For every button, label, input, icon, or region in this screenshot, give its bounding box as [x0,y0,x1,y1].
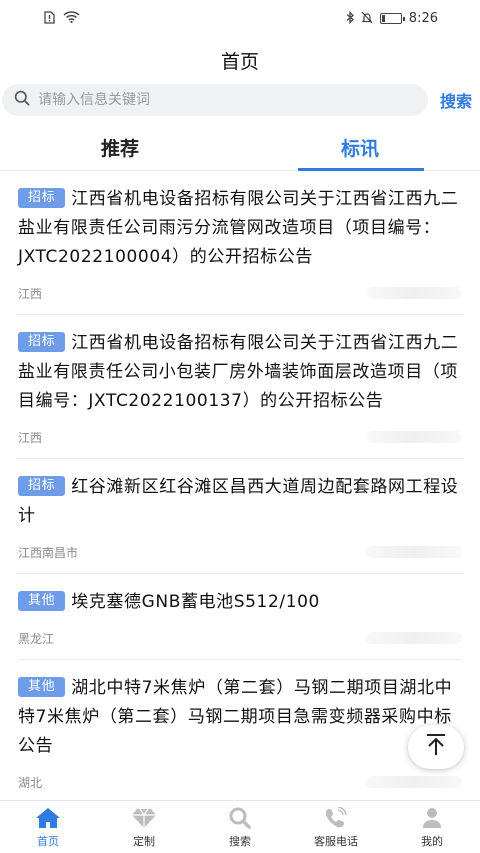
status-time: 8:26 [408,10,438,26]
scroll-to-top-button[interactable] [408,725,464,769]
tab-bidding[interactable]: 标讯 [240,125,480,171]
home-icon [35,806,61,830]
nav-custom[interactable]: 定制 [96,801,192,853]
search-icon [14,90,30,110]
item-title: 湖北中特7米焦炉（第二套）马钢二期项目湖北中特7米焦炉（第二套）马钢二期项目急需… [18,678,453,756]
item-title: 埃克塞德GNB蓄电池S512/100 [71,592,320,612]
sim-icon [44,10,55,26]
bluetooth-icon [346,10,354,26]
nav-mine[interactable]: 我的 [384,801,480,853]
item-title: 红谷滩新区红谷滩区昌西大道周边配套路网工程设计 [18,477,459,526]
nav-phone[interactable]: 客服电话 [288,801,384,853]
item-region: 江西南昌市 [18,545,79,560]
nav-search-label: 搜索 [229,834,251,848]
status-bar: 8:26 [0,0,480,36]
item-date-placeholder [366,776,462,788]
diamond-icon [131,806,157,830]
category-tag: 招标 [18,476,66,496]
list-item[interactable]: 招标 红谷滩新区红谷滩区昌西大道周边配套路网工程设计 江西南昌市 [18,459,462,574]
battery-icon [379,12,405,24]
list-item[interactable]: 其他 湖北中特7米焦炉（第二套）马钢二期项目湖北中特7米焦炉（第二套）马钢二期项目… [18,660,462,804]
nav-home[interactable]: 首页 [0,801,96,853]
list-item[interactable]: 其他 埃克塞德GNB蓄电池S512/100 黑龙江 [18,574,462,660]
nav-mine-label: 我的 [421,834,443,848]
phone-icon [323,806,349,830]
category-tag: 招标 [18,332,66,352]
nav-home-label: 首页 [37,834,59,848]
item-region: 江西 [18,286,43,301]
bottom-nav: 首页 定制 搜索 客服电话 我的 [0,800,480,853]
search-box[interactable] [2,84,428,116]
wifi-icon [63,11,80,25]
category-tag: 招标 [18,188,66,208]
item-title: 江西省机电设备招标有限公司关于江西省江西九二盐业有限责任公司小包装厂房外墙装饰面… [18,333,459,411]
nav-search[interactable]: 搜索 [192,801,288,853]
search-input[interactable] [38,92,416,108]
item-region: 湖北 [18,775,43,790]
item-region: 黑龙江 [18,631,55,646]
item-date-placeholder [366,431,462,443]
nav-phone-label: 客服电话 [314,834,358,848]
nav-custom-label: 定制 [133,834,155,848]
tab-recommend[interactable]: 推荐 [0,125,240,170]
tab-bar: 推荐 标讯 [0,125,480,171]
search-button[interactable]: 搜索 [440,88,476,112]
search-icon [227,806,253,830]
item-date-placeholder [366,546,462,558]
list-item[interactable]: 招标 江西省机电设备招标有限公司关于江西省江西九二盐业有限责任公司雨污分流管网改造… [18,171,462,315]
category-tag: 其他 [18,591,66,611]
arrow-up-icon [425,733,447,761]
item-region: 江西 [18,430,43,445]
category-tag: 其他 [18,677,66,697]
item-date-placeholder [366,287,462,299]
list-item[interactable]: 招标 江西省机电设备招标有限公司关于江西省江西九二盐业有限责任公司小包装厂房外墙装… [18,315,462,459]
page-title: 首页 [220,50,259,73]
search-row: 搜索 [0,83,480,117]
mute-icon [361,11,373,26]
item-title: 江西省机电设备招标有限公司关于江西省江西九二盐业有限责任公司雨污分流管网改造项目… [18,189,459,267]
item-date-placeholder [366,632,462,644]
bid-list: 招标 江西省机电设备招标有限公司关于江西省江西九二盐业有限责任公司雨污分流管网改造… [0,171,480,804]
user-icon [419,806,445,830]
